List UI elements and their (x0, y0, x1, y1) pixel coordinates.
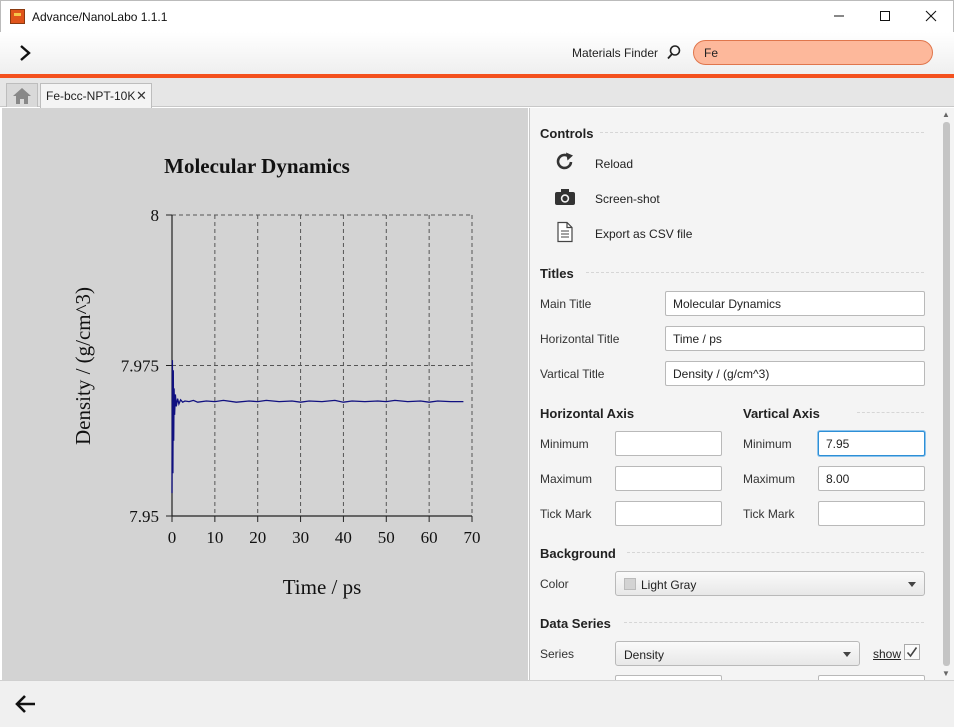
chevron-right-icon (20, 45, 31, 61)
horizontal-axis-section-title: Horizontal Axis (540, 406, 635, 421)
tab-strip: Fe-bcc-NPT-10K ✕ (0, 78, 954, 108)
series-label: Series (540, 647, 575, 661)
vertical-title-label: Vartical Title (540, 367, 605, 381)
x-tick-label: 60 (421, 528, 438, 547)
h-axis-tick-mark-input[interactable] (615, 501, 722, 526)
app-logo (10, 9, 25, 24)
section-divider (627, 552, 924, 553)
chevron-down-icon (908, 582, 916, 587)
tab-label: Fe-bcc-NPT-10K (46, 89, 136, 103)
series-line-density (171, 360, 464, 494)
background-color-label: Color (540, 577, 569, 591)
close-icon (925, 10, 937, 22)
export-csv-button[interactable]: Export as CSV file (554, 221, 754, 247)
h-axis-tick-mark-label: Tick Mark (540, 507, 592, 521)
scroll-down-icon[interactable]: ▼ (942, 669, 950, 678)
document-icon (557, 221, 573, 243)
h-axis-maximum-label: Maximum (540, 472, 593, 486)
main-title-label: Main Title (540, 297, 592, 311)
horizontal-title-label: Horizontal Title (540, 332, 620, 346)
show-series-checkbox[interactable] (904, 644, 920, 660)
vertical-title-input[interactable] (665, 361, 925, 386)
y-tick-label: 8 (151, 206, 160, 225)
y-tick-label: 7.975 (121, 357, 159, 376)
v-axis-tick-mark-label: Tick Mark (743, 507, 795, 521)
background-section-title: Background (540, 546, 616, 561)
camera-icon (555, 189, 575, 205)
data-series-section-title: Data Series (540, 616, 611, 631)
v-axis-tick-mark-input[interactable] (818, 501, 925, 526)
controls-panel: Controls Reload Screen-shot Export as CS… (529, 108, 939, 680)
section-divider (857, 412, 924, 413)
home-icon (13, 87, 31, 104)
reload-button[interactable]: Reload (554, 151, 754, 177)
checkmark-icon (906, 647, 918, 658)
screenshot-label: Screen-shot (595, 192, 660, 206)
bottom-bar (0, 680, 954, 727)
vertical-axis-section-title: Vartical Axis (743, 406, 820, 421)
color-swatch (624, 578, 636, 590)
v-axis-maximum-input[interactable] (818, 466, 925, 491)
x-tick-label: 0 (168, 528, 177, 547)
reload-label: Reload (595, 157, 634, 171)
show-series-label[interactable]: show (873, 647, 901, 661)
reload-icon (556, 152, 573, 170)
section-divider (624, 622, 924, 623)
x-tick-label: 20 (249, 528, 266, 547)
minimize-button[interactable] (816, 1, 862, 31)
main-title-input[interactable] (665, 291, 925, 316)
density-chart: Molecular Dynamics 0 10 20 30 40 50 60 70 7.95 7.… (71, 154, 481, 599)
toolbar: Materials Finder (0, 32, 954, 74)
section-divider (600, 132, 924, 133)
h-axis-minimum-label: Minimum (540, 437, 589, 451)
materials-finder-label: Materials Finder (572, 46, 659, 60)
tab-fe-bcc-npt-10k[interactable]: Fe-bcc-NPT-10K ✕ (40, 83, 152, 108)
h-axis-maximum-input[interactable] (615, 466, 722, 491)
series-select[interactable]: Density (615, 641, 860, 666)
horizontal-title-input[interactable] (665, 326, 925, 351)
background-color-value: Light Gray (641, 578, 697, 592)
y-tick-label: 7.95 (129, 507, 159, 526)
title-bar: Advance/NanoLabo 1.1.1 (0, 0, 954, 32)
series-value: Density (624, 648, 665, 662)
maximize-icon (880, 11, 890, 21)
x-tick-label: 40 (335, 528, 352, 547)
x-tick-label: 70 (464, 528, 481, 547)
window-title: Advance/NanoLabo 1.1.1 (32, 10, 168, 24)
arrow-left-icon (15, 695, 35, 713)
x-axis-label: Time / ps (283, 575, 362, 599)
v-axis-minimum-input[interactable] (818, 431, 925, 456)
v-axis-minimum-label: Minimum (743, 437, 792, 451)
h-axis-minimum-input[interactable] (615, 431, 722, 456)
chevron-down-icon (843, 652, 851, 657)
chart-title: Molecular Dynamics (164, 154, 350, 178)
export-csv-label: Export as CSV file (595, 227, 693, 241)
search-icon[interactable] (666, 44, 682, 60)
expand-menu-button[interactable] (14, 42, 36, 64)
x-tick-label: 10 (206, 528, 223, 547)
scroll-up-icon[interactable]: ▲ (942, 110, 950, 119)
section-divider (586, 272, 924, 273)
titles-section-title: Titles (540, 266, 574, 281)
x-tick-label: 30 (292, 528, 309, 547)
back-button[interactable] (13, 693, 37, 715)
close-window-button[interactable] (908, 1, 954, 31)
scroll-thumb[interactable] (943, 122, 950, 666)
y-axis-label: Density / (g/cm^3) (71, 287, 95, 445)
tab-close-icon[interactable]: ✕ (136, 88, 147, 104)
panel-scrollbar[interactable]: ▲ ▼ (939, 108, 954, 680)
v-axis-maximum-label: Maximum (743, 472, 796, 486)
chart-pane: Molecular Dynamics 0 10 20 30 40 50 60 70 7.95 7.… (2, 108, 528, 680)
controls-section-title: Controls (540, 126, 594, 141)
screenshot-button[interactable]: Screen-shot (554, 186, 754, 212)
background-color-select[interactable]: Light Gray (615, 571, 925, 596)
minimize-icon (834, 15, 844, 17)
materials-search-input[interactable] (693, 40, 933, 65)
x-tick-label: 50 (378, 528, 395, 547)
maximize-button[interactable] (862, 1, 908, 31)
tab-home[interactable] (6, 83, 38, 107)
